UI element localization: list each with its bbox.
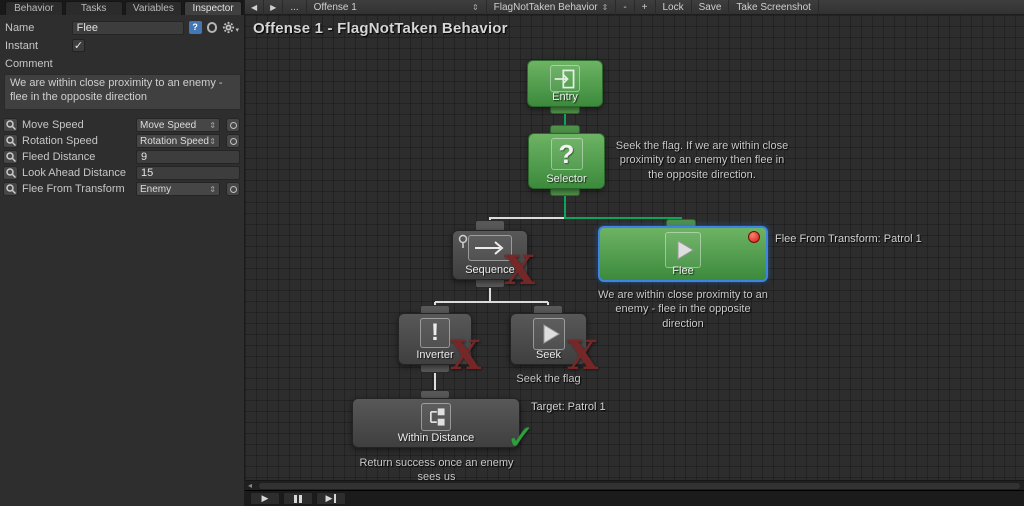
variable-label: Move Speed: [22, 119, 84, 131]
gear-icon[interactable]: ▾: [222, 21, 239, 34]
variable-label: Flee From Transform: [22, 183, 125, 195]
search-icon[interactable]: [3, 182, 18, 196]
graph-toolbar: ◀ ▶ ... Offense 1 ⇕ FlagNotTaken Behavio…: [245, 0, 1024, 15]
playback-bar: ▶ ▶: [245, 490, 1024, 506]
comment-label: Comment: [5, 57, 53, 70]
tree-select[interactable]: FlagNotTaken Behavior ⇕: [487, 0, 617, 15]
breadcrumb-ellipsis[interactable]: ...: [283, 0, 307, 15]
within-distance-annotation: Target: Patrol 1: [531, 401, 606, 413]
selector-comment: Seek the flag. If we are within close pr…: [615, 140, 789, 181]
selector-icon: ?: [550, 138, 583, 170]
entry-icon: [550, 65, 580, 92]
tab-tasks[interactable]: Tasks: [64, 1, 123, 15]
sequence-node[interactable]: Sequence X: [452, 230, 535, 291]
tab-inspector[interactable]: Inspector: [184, 1, 242, 15]
node-label: Flee: [672, 265, 694, 277]
shared-variable-toggle[interactable]: [226, 134, 240, 148]
tab-variables[interactable]: Variables: [124, 1, 183, 15]
node-label: Within Distance: [397, 432, 475, 444]
behavior-select[interactable]: Offense 1 ⇕: [307, 0, 487, 15]
flee-annotation: Flee From Transform: Patrol 1: [775, 233, 922, 245]
instant-label: Instant: [5, 39, 39, 52]
tab-behavior[interactable]: Behavior: [5, 1, 63, 15]
shared-variable-toggle[interactable]: [226, 182, 240, 196]
rotation-speed-dropdown[interactable]: Rotation Speed ⇕: [136, 134, 220, 148]
variable-label: Fleed Distance: [22, 151, 96, 163]
variable-row-move-speed: Move Speed Move Speed ⇕: [3, 118, 240, 132]
pause-button[interactable]: [283, 492, 313, 505]
within-distance-comment: Return success once an enemy sees us: [359, 457, 514, 480]
variable-label: Rotation Speed: [22, 135, 98, 147]
play-button[interactable]: ▶: [250, 492, 280, 505]
breakpoint-toggle-icon[interactable]: [206, 22, 218, 33]
scrollbar-thumb[interactable]: [259, 482, 1020, 489]
flee-node[interactable]: Flee: [598, 226, 768, 282]
take-screenshot-button[interactable]: Take Screenshot: [729, 0, 819, 15]
dropdown-arrows-icon: ⇕: [209, 120, 216, 130]
scroll-left-icon[interactable]: ◂: [245, 481, 255, 491]
node-label: Entry: [552, 91, 578, 103]
seek-node[interactable]: Seek X: [510, 313, 598, 376]
entry-node[interactable]: Entry: [527, 60, 603, 107]
step-icon: [334, 494, 337, 503]
success-icon: ✓: [506, 419, 536, 457]
help-icon[interactable]: ?: [188, 21, 202, 34]
failure-icon: X: [449, 332, 481, 379]
search-icon[interactable]: [3, 150, 18, 164]
variables-list: Move Speed Move Speed ⇕ Rotation Speed Ro…: [0, 118, 244, 196]
pause-icon: [294, 494, 297, 503]
within-distance-icon: [421, 403, 451, 431]
name-input[interactable]: [71, 20, 184, 35]
search-icon[interactable]: [3, 134, 18, 148]
variable-row-flee-from-transform: Flee From Transform Enemy ⇕: [3, 182, 240, 196]
save-button[interactable]: Save: [692, 0, 730, 15]
dropdown-arrows-icon: ⇕: [209, 136, 216, 146]
inverter-icon: !: [420, 318, 450, 348]
shared-variable-toggle[interactable]: [226, 118, 240, 132]
comment-textarea[interactable]: We are within close proximity to an enem…: [4, 74, 241, 110]
dropdown-arrows-icon: ⇕: [209, 184, 216, 194]
variable-row-rotation-speed: Rotation Speed Rotation Speed ⇕: [3, 134, 240, 148]
horizontal-scrollbar[interactable]: ◂: [245, 480, 1024, 490]
search-icon[interactable]: [3, 118, 18, 132]
step-button[interactable]: ▶: [316, 492, 346, 505]
failure-icon: X: [566, 332, 598, 379]
graph-title: Offense 1 - FlagNotTaken Behavior: [253, 20, 508, 37]
zoom-out-button[interactable]: -: [616, 0, 635, 15]
variable-label: Look Ahead Distance: [22, 167, 126, 179]
seek-action-icon: [532, 318, 565, 350]
instant-checkbox[interactable]: ✓: [72, 39, 85, 52]
panel-tab-bar: Behavior Tasks Variables Inspector: [0, 0, 244, 15]
gear-caret-icon: ▾: [235, 27, 239, 34]
inverter-node[interactable]: ! Inverter X: [398, 313, 481, 376]
zoom-in-button[interactable]: +: [635, 0, 656, 15]
node-label: Selector: [546, 173, 587, 185]
variable-row-fleed-distance: Fleed Distance: [3, 150, 240, 164]
within-distance-node[interactable]: Within Distance ✓: [352, 398, 535, 455]
flee-from-transform-dropdown[interactable]: Enemy ⇕: [136, 182, 220, 196]
search-icon[interactable]: [3, 166, 18, 180]
nav-forward-button[interactable]: ▶: [264, 0, 284, 15]
dropdown-arrows-icon: ⇕: [601, 2, 609, 12]
nav-back-button[interactable]: ◀: [245, 0, 265, 15]
lock-button[interactable]: Lock: [656, 0, 692, 15]
look-ahead-distance-input[interactable]: [136, 166, 240, 180]
variable-row-look-ahead-distance: Look Ahead Distance: [3, 166, 240, 180]
move-speed-dropdown[interactable]: Move Speed ⇕: [136, 118, 220, 132]
flee-comment: We are within close proximity to an enem…: [598, 289, 768, 330]
fleed-distance-input[interactable]: [136, 150, 240, 164]
inspector-panel: Behavior Tasks Variables Inspector Name …: [0, 0, 245, 506]
breakpoint-icon[interactable]: [748, 231, 760, 243]
name-label: Name: [5, 21, 35, 34]
flee-action-icon: [665, 232, 701, 268]
dropdown-arrows-icon: ⇕: [471, 2, 479, 12]
behavior-tree-canvas[interactable]: Offense 1 - FlagNotTaken Behavior Entry …: [245, 15, 1024, 480]
behavior-designer-window: Behavior Tasks Variables Inspector Name …: [0, 0, 1024, 506]
seek-comment: Seek the flag: [516, 373, 581, 385]
failure-icon: X: [503, 247, 535, 294]
selector-node[interactable]: ? Selector: [528, 133, 605, 189]
